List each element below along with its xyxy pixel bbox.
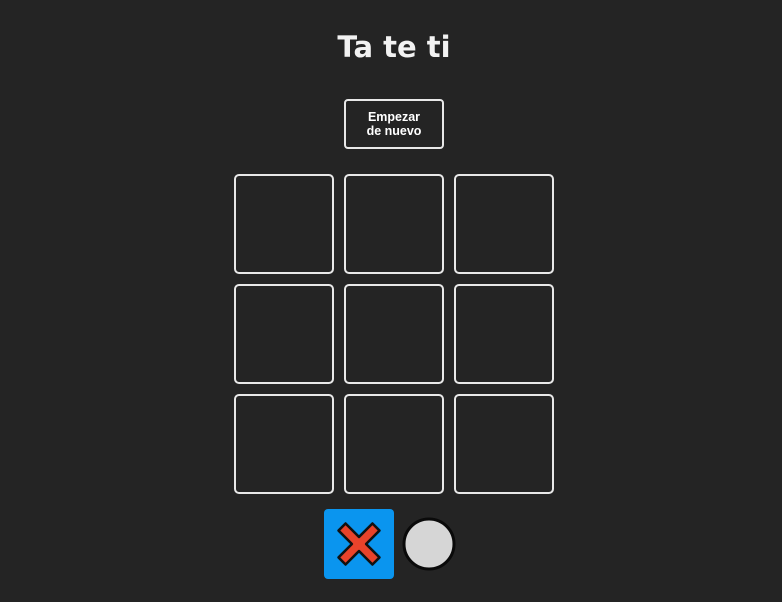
x-mark-icon	[337, 522, 381, 566]
board-cell[interactable]	[344, 394, 444, 494]
board-cell[interactable]	[344, 284, 444, 384]
player-x-turn	[324, 509, 394, 579]
board-cell[interactable]	[344, 174, 444, 274]
board-cell[interactable]	[454, 284, 554, 384]
game-page: Ta te ti Empezar de nuevo	[0, 0, 782, 602]
board-cell[interactable]	[454, 174, 554, 274]
reset-button[interactable]: Empezar de nuevo	[344, 99, 444, 149]
board-cell[interactable]	[234, 394, 334, 494]
turn-indicator	[324, 509, 464, 579]
player-o-turn	[394, 509, 464, 579]
board-cell[interactable]	[234, 174, 334, 274]
game-board	[234, 174, 554, 494]
circle-icon	[402, 517, 456, 571]
page-title: Ta te ti	[337, 30, 451, 64]
board-cell[interactable]	[234, 284, 334, 384]
board-cell[interactable]	[454, 394, 554, 494]
